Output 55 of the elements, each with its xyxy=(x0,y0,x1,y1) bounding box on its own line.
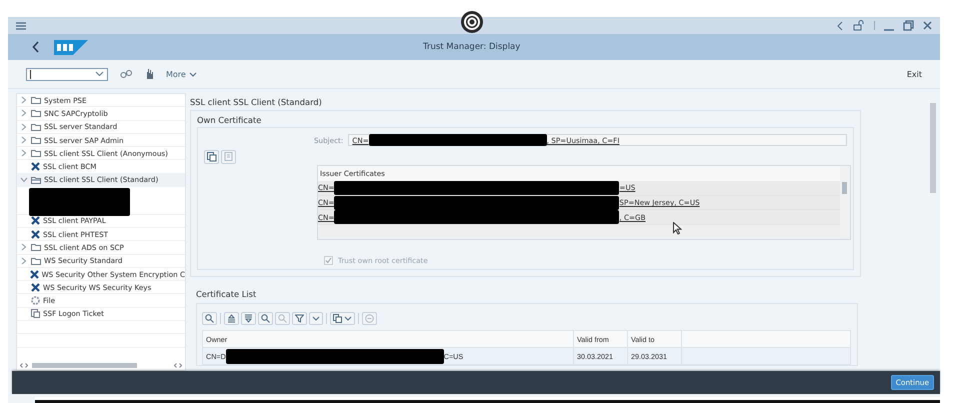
caret-icon xyxy=(344,316,352,321)
import-icon xyxy=(206,152,216,162)
chevron-right-icon[interactable] xyxy=(20,243,26,252)
caret-icon[interactable] xyxy=(95,71,104,77)
chevron-right-icon[interactable] xyxy=(20,109,26,118)
horizontal-scrollbar[interactable] xyxy=(17,360,185,370)
chevron-right-icon[interactable] xyxy=(20,96,26,104)
cross-icon xyxy=(31,282,40,292)
scroll-arrows-icon[interactable] xyxy=(20,362,28,368)
group-title: Certificate List xyxy=(196,289,258,299)
lock-icon[interactable] xyxy=(853,20,865,31)
group-title: Own Certificate xyxy=(197,115,262,125)
mouse-pointer-icon xyxy=(673,222,682,235)
chevron-down-icon[interactable] xyxy=(20,176,28,183)
exit-button[interactable]: Exit xyxy=(906,70,922,78)
chevron-right-icon[interactable] xyxy=(20,122,26,131)
search-icon xyxy=(278,314,287,323)
back-icon[interactable] xyxy=(32,41,40,53)
command-field[interactable] xyxy=(26,68,108,80)
import-button[interactable] xyxy=(204,150,219,164)
copy-icon xyxy=(333,314,342,323)
company-logo-icon xyxy=(54,40,88,54)
open-folder-icon xyxy=(31,176,41,184)
more-menu-button[interactable]: More xyxy=(166,70,197,78)
scroll-arrows-icon[interactable] xyxy=(174,362,182,368)
glasses-icon[interactable] xyxy=(120,68,132,80)
cross-icon xyxy=(31,162,40,172)
sort-descending-button[interactable] xyxy=(241,312,256,325)
menu-icon[interactable] xyxy=(16,22,26,30)
chevron-right-icon[interactable] xyxy=(20,256,26,265)
section-heading: SSL client SSL Client (Standard) xyxy=(190,97,323,107)
close-icon[interactable] xyxy=(923,21,932,30)
cross-icon xyxy=(31,230,40,239)
search-button[interactable] xyxy=(258,312,273,325)
search-icon xyxy=(261,314,270,323)
filter-button[interactable] xyxy=(292,312,307,325)
details-button[interactable] xyxy=(202,312,217,325)
sort-ascending-icon xyxy=(227,314,236,323)
cross-icon xyxy=(30,270,39,278)
chevron-right-icon[interactable] xyxy=(20,136,26,144)
caret-icon xyxy=(188,72,197,76)
restore-icon[interactable] xyxy=(903,20,914,31)
caret-icon xyxy=(312,316,320,321)
zoom-icon xyxy=(205,314,214,323)
export-menu-button[interactable] xyxy=(330,312,355,325)
window-title: Trust Manager: Display xyxy=(423,42,520,52)
hand-icon[interactable] xyxy=(144,68,154,80)
checkmark-icon xyxy=(325,256,332,264)
sort-ascending-button[interactable] xyxy=(224,312,239,325)
cross-icon xyxy=(31,216,40,226)
chevron-right-icon[interactable] xyxy=(20,149,26,158)
dropdown-button[interactable] xyxy=(309,312,323,325)
minus-circle-icon xyxy=(365,314,374,323)
sort-descending-icon xyxy=(244,314,253,323)
filter-icon xyxy=(295,314,304,323)
